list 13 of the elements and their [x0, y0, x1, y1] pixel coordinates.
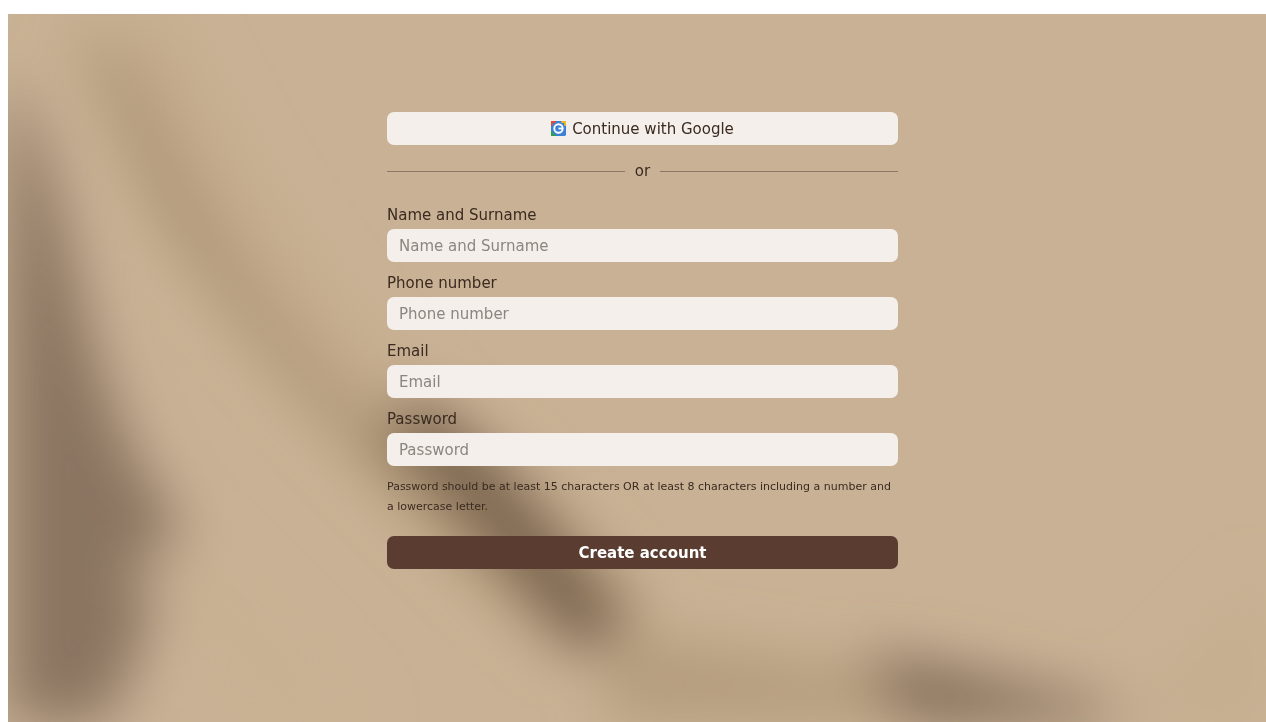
input-field[interactable]: Phone number — [387, 297, 898, 330]
field-label: Email — [387, 342, 430, 360]
input-field[interactable]: Name and Surname — [387, 229, 898, 262]
password-hint: Password should be at least 15 characters OR at least 8 characters including a number and a lowercase letter. — [387, 479, 892, 515]
input-field[interactable]: Password — [387, 433, 898, 466]
input-field[interactable]: Email — [387, 365, 898, 398]
field-label: Name and Surname — [387, 206, 538, 224]
google-icon — [551, 121, 567, 136]
google-button[interactable]: Continue with Google — [387, 112, 898, 145]
field-label: Phone number — [387, 274, 498, 292]
divider-text: or — [634, 162, 651, 180]
field-label: Password — [387, 410, 459, 428]
create-account-button[interactable]: Create account — [387, 536, 898, 569]
